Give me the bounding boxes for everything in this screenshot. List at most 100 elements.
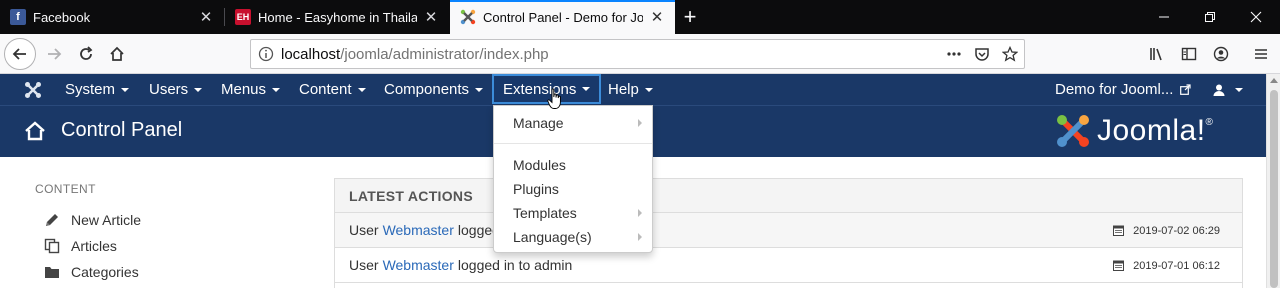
close-icon[interactable]: ✕ (198, 9, 214, 26)
sidebar-item-new-article[interactable]: New Article (44, 210, 141, 230)
calendar-icon (1113, 260, 1125, 271)
row-datetime: 2019-07-01 06:12 (1113, 248, 1220, 283)
library-icon[interactable] (1142, 38, 1174, 70)
tab-facebook[interactable]: f Facebook ✕ (0, 0, 224, 34)
row-datetime: 2019-07-02 06:29 (1113, 213, 1220, 248)
row-action: logged in to admin (457, 257, 573, 273)
hand-cursor-icon (547, 88, 561, 109)
url-path: /joomla/administrator/index.php (340, 45, 549, 63)
menu-item-modules[interactable]: Modules (494, 154, 652, 176)
panel-heading: LATEST ACTIONS (335, 179, 1242, 213)
caret-down-icon (582, 87, 591, 91)
back-button[interactable] (4, 38, 36, 70)
brand-name: Joomla! (1097, 114, 1206, 147)
sidebar-item-label: New Article (71, 212, 142, 228)
menu-label: Users (149, 81, 189, 98)
tab-easyhome[interactable]: EH Home - Easyhome in Thailand ✕ (225, 0, 449, 34)
table-row: User Webmaster logged in to admin 2019-0… (335, 248, 1242, 283)
page-scrollbar[interactable] (1266, 74, 1280, 288)
caret-down-icon (272, 87, 281, 92)
joomla-icon (460, 9, 476, 25)
close-window-icon[interactable] (1233, 0, 1279, 34)
page-actions-icon[interactable] (940, 40, 968, 68)
tab-title: Control Panel - Demo for Joomla (483, 9, 643, 25)
calendar-icon (1113, 225, 1125, 236)
restore-icon[interactable] (1187, 0, 1233, 34)
external-link-icon (1180, 84, 1191, 95)
datetime-text: 2019-07-01 06:12 (1133, 259, 1220, 272)
home-icon (110, 46, 124, 61)
joomla-small-logo-icon[interactable] (24, 81, 42, 99)
pocket-icon[interactable] (968, 40, 996, 68)
table-row: User Webmaster logged 2019-07-02 06:29 (335, 213, 1242, 248)
menu-system[interactable]: System (55, 74, 139, 105)
user-link[interactable]: Webmaster (383, 257, 454, 273)
sidebar-toggle-icon[interactable] (1173, 38, 1205, 70)
menu-item-languages[interactable]: Language(s) (494, 226, 652, 248)
scrollbar-thumb[interactable] (1270, 90, 1278, 288)
row-prefix: User (349, 257, 379, 273)
url-text[interactable]: localhost/joomla/administrator/index.php (281, 46, 940, 63)
menu-label: Content (299, 81, 352, 98)
user-menu[interactable] (1203, 74, 1253, 105)
menu-components[interactable]: Components (374, 74, 493, 105)
caret-right-icon (638, 209, 642, 217)
registered-mark: ® (1205, 117, 1213, 128)
menu-item-plugins[interactable]: Plugins (494, 178, 652, 200)
new-tab-icon[interactable]: + (678, 4, 702, 29)
url-host: localhost (281, 45, 341, 63)
menu-content[interactable]: Content (289, 74, 376, 105)
sidebar-heading: CONTENT (35, 182, 96, 196)
menu-hamburger-icon[interactable] (1245, 38, 1277, 70)
caret-right-icon (638, 233, 642, 241)
site-link[interactable]: Demo for Jooml... (1045, 74, 1201, 105)
tab-title: Facebook (33, 9, 91, 25)
datetime-text: 2019-07-02 06:29 (1133, 224, 1220, 237)
reload-button[interactable] (70, 38, 102, 70)
account-icon[interactable] (1205, 38, 1237, 70)
scroll-up-icon[interactable] (1270, 78, 1278, 83)
menu-menus[interactable]: Menus (211, 74, 290, 105)
browser-toolbar: localhost/joomla/administrator/index.php (0, 34, 1280, 74)
pencil-icon (44, 212, 62, 228)
caret-down-icon (121, 87, 130, 92)
tab-control-panel[interactable]: Control Panel - Demo for Joomla ✕ (450, 0, 675, 34)
url-bar[interactable]: localhost/joomla/administrator/index.php (250, 39, 1025, 69)
menu-item-label: Manage (513, 115, 564, 131)
copy-icon (44, 238, 62, 254)
row-prefix: User (349, 222, 379, 238)
home-button[interactable] (101, 38, 133, 70)
menu-label: Menus (221, 81, 267, 98)
caret-down-icon (1235, 87, 1243, 92)
caret-down-icon (194, 87, 203, 92)
menu-help[interactable]: Help (598, 74, 663, 105)
folder-icon (44, 264, 62, 280)
arrow-left-icon (12, 48, 26, 60)
close-icon[interactable]: ✕ (649, 9, 665, 26)
caret-right-icon (638, 119, 642, 127)
menu-label: System (65, 81, 116, 98)
minimize-icon[interactable] (1141, 0, 1187, 34)
sidebar-item-articles[interactable]: Articles (44, 236, 117, 256)
caret-down-icon (475, 87, 484, 92)
reload-icon (80, 46, 93, 60)
user-link[interactable]: Webmaster (383, 222, 454, 238)
user-icon (1213, 84, 1225, 96)
joomla-top-menu: System Users Menus Content Components Ex… (0, 74, 1266, 105)
site-link-label: Demo for Jooml... (1055, 81, 1174, 98)
menu-item-manage[interactable]: Manage (494, 112, 652, 134)
sidebar-item-label: Articles (71, 238, 117, 254)
menu-item-label: Templates (513, 205, 577, 221)
menu-users[interactable]: Users (139, 74, 212, 105)
close-icon[interactable]: ✕ (423, 9, 439, 26)
caret-down-icon (357, 87, 366, 92)
joomla-brand-logo: Joomla! ® (1055, 111, 1213, 151)
arrow-right-icon (48, 48, 62, 60)
menu-item-templates[interactable]: Templates (494, 202, 652, 224)
actions-list: User Webmaster logged 2019-07-02 06:29 U… (335, 213, 1242, 283)
info-icon[interactable] (251, 46, 281, 62)
forward-button[interactable] (38, 38, 70, 70)
sidebar-item-categories[interactable]: Categories (44, 262, 139, 282)
bookmark-star-icon[interactable] (996, 40, 1024, 68)
home-icon (25, 121, 45, 141)
